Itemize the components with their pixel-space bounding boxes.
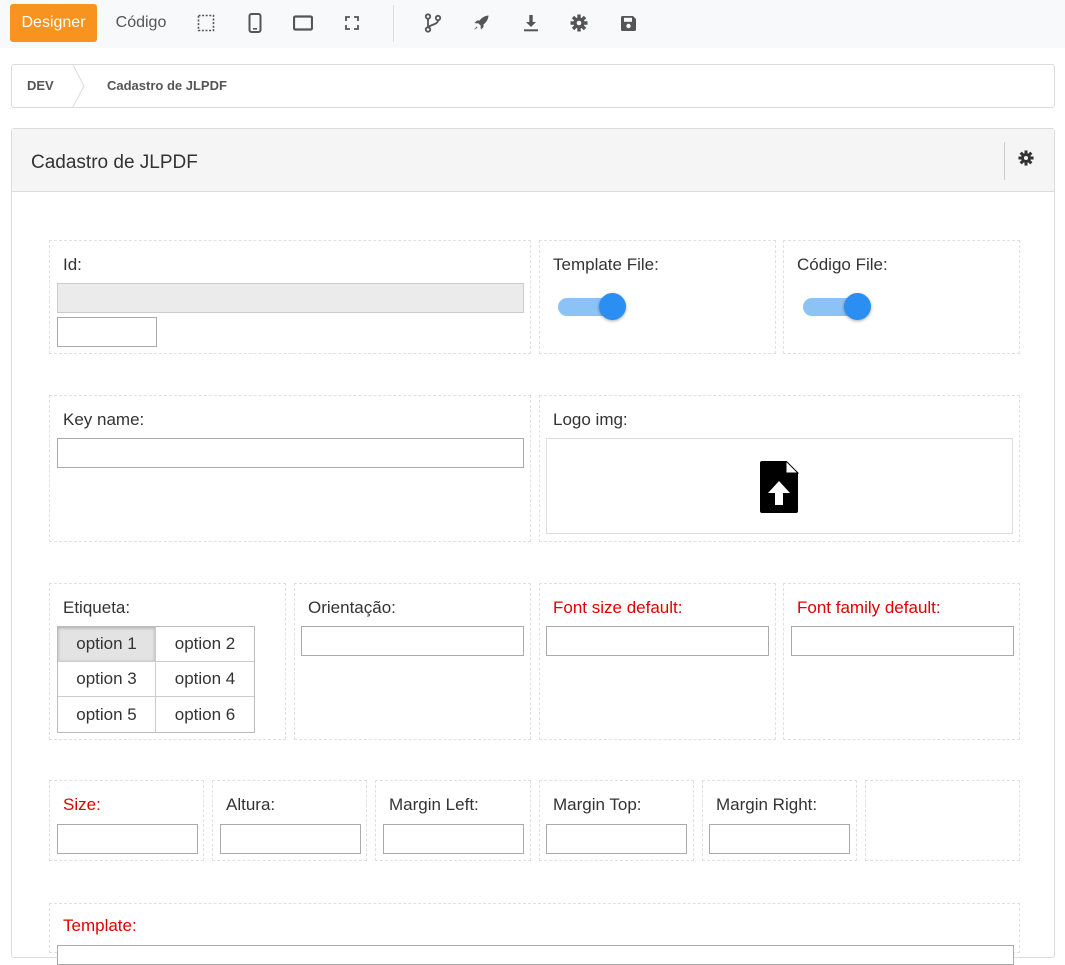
orientacao-input[interactable]	[301, 626, 524, 656]
branch-icon[interactable]	[422, 12, 444, 34]
font-size-input[interactable]	[546, 626, 769, 656]
key-name-input[interactable]	[57, 438, 524, 468]
template-file-label: Template File:	[553, 255, 659, 274]
codigo-file-label: Código File:	[797, 255, 888, 274]
codigo-file-toggle[interactable]	[803, 291, 873, 321]
header-divider	[1004, 142, 1005, 180]
field-id: Id:	[49, 240, 531, 354]
etiqueta-option-6[interactable]: option 6	[156, 697, 254, 732]
top-toolbar: Designer Código	[0, 0, 1065, 48]
breadcrumb: DEV Cadastro de JLPDF	[11, 64, 1055, 108]
etiqueta-option-5[interactable]: option 5	[58, 697, 156, 732]
field-altura: Altura:	[212, 780, 367, 861]
logo-upload-dropzone[interactable]	[546, 438, 1013, 534]
etiqueta-label: Etiqueta:	[63, 598, 131, 617]
mobile-icon[interactable]	[244, 12, 266, 34]
etiqueta-option-3[interactable]: option 3	[58, 662, 156, 697]
breadcrumb-chevron-icon	[72, 65, 85, 107]
font-size-label: Font size default:	[553, 598, 683, 617]
file-upload-icon[interactable]	[760, 461, 800, 513]
template-label: Template:	[63, 916, 137, 935]
template-file-toggle[interactable]	[558, 291, 628, 321]
field-margin-right: Margin Right:	[702, 780, 857, 861]
logo-img-label: Logo img:	[553, 410, 628, 429]
margin-left-input[interactable]	[383, 824, 524, 854]
etiqueta-option-4[interactable]: option 4	[156, 662, 254, 697]
page-title: Cadastro de JLPDF	[31, 152, 198, 173]
margin-top-label: Margin Top:	[553, 795, 642, 814]
field-empty	[865, 780, 1020, 861]
field-margin-left: Margin Left:	[375, 780, 531, 861]
field-codigo-file: Código File:	[783, 240, 1020, 354]
key-name-label: Key name:	[63, 410, 145, 429]
field-orientacao: Orientação:	[294, 583, 531, 740]
id-secondary-input[interactable]	[57, 317, 157, 347]
margin-left-label: Margin Left:	[389, 795, 479, 814]
field-font-size: Font size default:	[539, 583, 776, 740]
template-input[interactable]	[57, 945, 1014, 965]
field-etiqueta: Etiqueta: option 1 option 2 option 3 opt…	[49, 583, 286, 740]
altura-label: Altura:	[226, 795, 276, 814]
codigo-button[interactable]: Código	[102, 4, 180, 42]
gear-icon[interactable]	[568, 12, 590, 34]
panel-settings-icon[interactable]	[1018, 150, 1036, 168]
download-icon[interactable]	[520, 12, 542, 34]
field-key-name: Key name:	[49, 395, 531, 542]
save-icon[interactable]	[617, 12, 639, 34]
id-input	[57, 283, 524, 313]
font-family-input[interactable]	[791, 626, 1014, 656]
margin-right-label: Margin Right:	[716, 795, 818, 814]
field-template: Template:	[49, 903, 1020, 965]
margin-top-input[interactable]	[546, 824, 687, 854]
field-logo-img: Logo img:	[539, 395, 1020, 542]
panel-header: Cadastro de JLPDF	[12, 129, 1054, 192]
rocket-icon[interactable]	[470, 12, 492, 34]
size-input[interactable]	[57, 824, 198, 854]
size-label: Size:	[63, 795, 101, 814]
breadcrumb-item-current: Cadastro de JLPDF	[107, 78, 227, 93]
field-font-family: Font family default:	[783, 583, 1020, 740]
etiqueta-option-1[interactable]: option 1	[58, 627, 156, 662]
field-margin-top: Margin Top:	[539, 780, 694, 861]
etiqueta-option-2[interactable]: option 2	[156, 627, 254, 662]
orientacao-label: Orientação:	[308, 598, 396, 617]
altura-input[interactable]	[220, 824, 361, 854]
font-family-label: Font family default:	[797, 598, 941, 617]
fullscreen-icon[interactable]	[341, 12, 363, 34]
designer-button[interactable]: Designer	[10, 4, 97, 42]
toolbar-divider	[393, 5, 394, 42]
field-size: Size:	[49, 780, 204, 861]
etiqueta-option-grid: option 1 option 2 option 3 option 4 opti…	[57, 626, 255, 733]
breadcrumb-item-dev[interactable]: DEV	[27, 78, 54, 93]
margin-right-input[interactable]	[709, 824, 850, 854]
tablet-icon[interactable]	[292, 12, 314, 34]
id-label: Id:	[63, 255, 82, 274]
selection-icon[interactable]	[195, 12, 217, 34]
field-template-file: Template File:	[539, 240, 776, 354]
